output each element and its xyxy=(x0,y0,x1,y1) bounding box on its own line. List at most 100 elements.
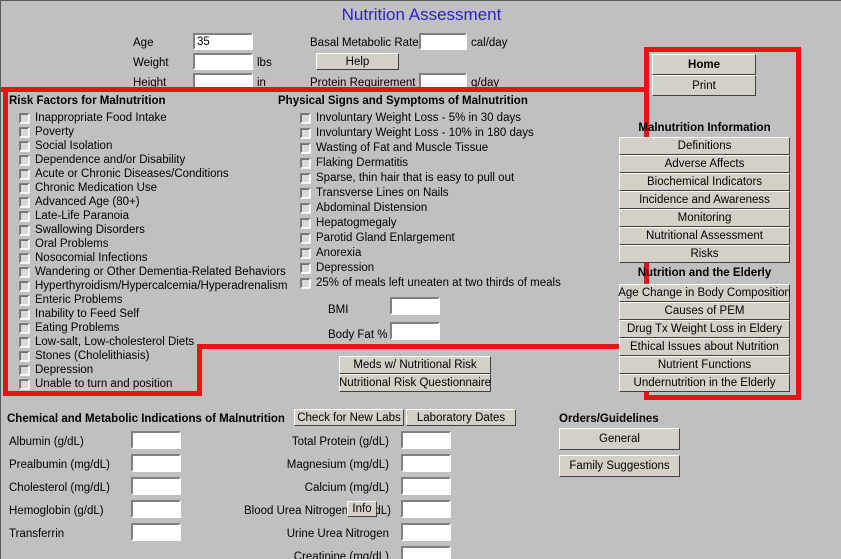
weight-input[interactable] xyxy=(193,53,253,70)
checkbox-icon[interactable] xyxy=(300,263,311,274)
checkbox-icon[interactable] xyxy=(300,278,311,289)
risk-factor-row[interactable]: Nosocomial Infections xyxy=(19,251,289,265)
nutrition-elderly-ethical-issues-about-nutrition-button[interactable]: Ethical Issues about Nutrition xyxy=(619,338,790,356)
nutrition-elderly-causes-of-pem-button[interactable]: Causes of PEM xyxy=(619,302,790,320)
checkbox-icon[interactable] xyxy=(300,203,311,214)
risk-factor-row[interactable]: Unable to turn and position xyxy=(19,377,289,391)
lab-left-input[interactable] xyxy=(131,500,181,518)
risk-factor-row[interactable]: Acute or Chronic Diseases/Conditions xyxy=(19,167,289,181)
meds-nutritional-risk-button[interactable]: Meds w/ Nutritional Risk xyxy=(339,356,491,374)
risk-factor-row[interactable]: Poverty xyxy=(19,125,289,139)
checkbox-icon[interactable] xyxy=(19,364,30,376)
risk-factor-row[interactable]: Depression xyxy=(19,363,289,377)
checkbox-icon[interactable] xyxy=(300,113,311,124)
checkbox-icon[interactable] xyxy=(300,218,311,229)
help-button[interactable]: Help xyxy=(316,53,399,70)
checkbox-icon[interactable] xyxy=(19,266,30,278)
lab-left-input[interactable] xyxy=(131,523,181,541)
risk-factor-row[interactable]: Hyperthyroidism/Hypercalcemia/Hyperadren… xyxy=(19,279,289,293)
checkbox-icon[interactable] xyxy=(300,128,311,139)
checkbox-icon[interactable] xyxy=(19,182,30,194)
physical-sign-row[interactable]: Depression xyxy=(300,261,630,276)
lab-right-input[interactable] xyxy=(401,523,451,541)
physical-sign-row[interactable]: Involuntary Weight Loss - 10% in 180 day… xyxy=(300,126,630,141)
malnutrition-info-monitoring-button[interactable]: Monitoring xyxy=(619,209,790,227)
laboratory-dates-button[interactable]: Laboratory Dates xyxy=(406,409,516,426)
checkbox-icon[interactable] xyxy=(19,140,30,152)
physical-sign-row[interactable]: Anorexia xyxy=(300,246,630,261)
lab-left-input[interactable] xyxy=(131,477,181,495)
checkbox-icon[interactable] xyxy=(19,350,30,362)
checkbox-icon[interactable] xyxy=(300,233,311,244)
physical-sign-row[interactable]: 25% of meals left uneaten at two thirds … xyxy=(300,276,630,291)
malnutrition-info-definitions-button[interactable]: Definitions xyxy=(619,137,790,155)
risk-factor-row[interactable]: Swallowing Disorders xyxy=(19,223,289,237)
malnutrition-info-adverse-affects-button[interactable]: Adverse Affects xyxy=(619,155,790,173)
lab-right-input[interactable] xyxy=(401,477,451,495)
home-button[interactable]: Home xyxy=(652,54,756,75)
physical-sign-row[interactable]: Transverse Lines on Nails xyxy=(300,186,630,201)
checkbox-icon[interactable] xyxy=(19,238,30,250)
physical-sign-row[interactable]: Flaking Dermatitis xyxy=(300,156,630,171)
check-for-new-labs-button[interactable]: Check for New Labs xyxy=(294,409,404,426)
checkbox-icon[interactable] xyxy=(19,154,30,166)
malnutrition-info-risks-button[interactable]: Risks xyxy=(619,245,790,263)
checkbox-icon[interactable] xyxy=(19,308,30,320)
nutrition-elderly-nutrient-functions-button[interactable]: Nutrient Functions xyxy=(619,356,790,374)
nutrition-elderly-undernutrition-in-the-elderly-button[interactable]: Undernutrition in the Elderly xyxy=(619,374,790,392)
physical-sign-row[interactable]: Parotid Gland Enlargement xyxy=(300,231,630,246)
risk-factor-row[interactable]: Inability to Feed Self xyxy=(19,307,289,321)
physical-sign-row[interactable]: Wasting of Fat and Muscle Tissue xyxy=(300,141,630,156)
risk-factor-row[interactable]: Stones (Cholelithiasis) xyxy=(19,349,289,363)
nutrition-elderly-age-change-in-body-composition-button[interactable]: Age Change in Body Composition xyxy=(618,284,791,302)
physical-sign-row[interactable]: Sparse, thin hair that is easy to pull o… xyxy=(300,171,630,186)
physical-sign-row[interactable]: Hepatogmegaly xyxy=(300,216,630,231)
info-button[interactable]: Info xyxy=(347,501,377,517)
age-input[interactable]: 35 xyxy=(193,33,253,50)
risk-factor-row[interactable]: Dependence and/or Disability xyxy=(19,153,289,167)
lab-right-input[interactable] xyxy=(401,431,451,449)
checkbox-icon[interactable] xyxy=(19,224,30,236)
checkbox-icon[interactable] xyxy=(300,248,311,259)
checkbox-icon[interactable] xyxy=(19,126,30,138)
nutrition-elderly-drug-tx-weight-loss-in-eldery-button[interactable]: Drug Tx Weight Loss in Eldery xyxy=(619,320,790,338)
checkbox-icon[interactable] xyxy=(19,210,30,222)
lab-left-input[interactable] xyxy=(131,454,181,472)
checkbox-icon[interactable] xyxy=(19,168,30,180)
risk-factor-row[interactable]: Wandering or Other Dementia-Related Beha… xyxy=(19,265,289,279)
checkbox-icon[interactable] xyxy=(19,322,30,334)
print-button[interactable]: Print xyxy=(652,75,756,96)
malnutrition-info-incidence-and-awareness-button[interactable]: Incidence and Awareness xyxy=(619,191,790,209)
risk-factor-row[interactable]: Late-Life Paranoia xyxy=(19,209,289,223)
risk-factor-row[interactable]: Low-salt, Low-cholesterol Diets xyxy=(19,335,289,349)
risk-factor-row[interactable]: Advanced Age (80+) xyxy=(19,195,289,209)
checkbox-icon[interactable] xyxy=(300,188,311,199)
bmr-input[interactable] xyxy=(419,33,467,50)
checkbox-icon[interactable] xyxy=(19,252,30,264)
checkbox-icon[interactable] xyxy=(19,196,30,208)
risk-factor-row[interactable]: Oral Problems xyxy=(19,237,289,251)
risk-factor-row[interactable]: Inappropriate Food Intake xyxy=(19,111,289,125)
checkbox-icon[interactable] xyxy=(19,112,30,124)
checkbox-icon[interactable] xyxy=(19,378,30,390)
lab-left-input[interactable] xyxy=(131,431,181,449)
checkbox-icon[interactable] xyxy=(19,280,30,292)
body-fat-input[interactable] xyxy=(390,322,440,340)
checkbox-icon[interactable] xyxy=(300,158,311,169)
lab-right-input[interactable] xyxy=(401,454,451,472)
lab-right-input[interactable] xyxy=(401,500,451,518)
bmi-input[interactable] xyxy=(390,297,440,315)
risk-factor-row[interactable]: Enteric Problems xyxy=(19,293,289,307)
risk-factor-row[interactable]: Chronic Medication Use xyxy=(19,181,289,195)
lab-right-input[interactable] xyxy=(401,546,451,559)
checkbox-icon[interactable] xyxy=(19,336,30,348)
checkbox-icon[interactable] xyxy=(300,173,311,184)
nutritional-risk-questionnaire-button[interactable]: Nutritional Risk Questionnaire xyxy=(339,374,491,392)
physical-sign-row[interactable]: Abdominal Distension xyxy=(300,201,630,216)
physical-sign-row[interactable]: Involuntary Weight Loss - 5% in 30 days xyxy=(300,111,630,126)
risk-factor-row[interactable]: Social Isolation xyxy=(19,139,289,153)
risk-factor-row[interactable]: Eating Problems xyxy=(19,321,289,335)
family-suggestions-button[interactable]: Family Suggestions xyxy=(559,455,680,477)
general-button[interactable]: General xyxy=(559,428,680,450)
checkbox-icon[interactable] xyxy=(19,294,30,306)
